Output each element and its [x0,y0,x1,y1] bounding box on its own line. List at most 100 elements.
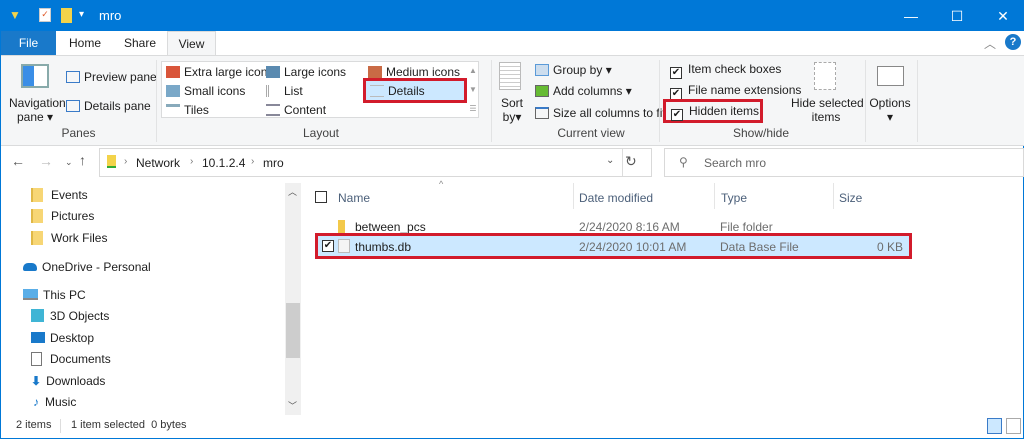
group-label-current-view: Current view [557,126,625,140]
search-box[interactable]: ⚲ Search mro [664,148,1024,177]
label2: items [811,110,841,124]
nav-item-3d-objects[interactable]: 3D Objects [31,309,109,323]
tab-view[interactable]: View [167,31,216,56]
preview-pane-button[interactable]: Preview pane [66,70,157,84]
status-selection: 1 item selected 0 bytes [71,419,187,431]
size-columns-button[interactable]: Size all columns to fit [535,106,666,120]
column-header-name[interactable]: Name [338,191,370,205]
label: Content [284,103,327,117]
quick-access-dropdown-icon[interactable]: ▾ [79,9,84,20]
refresh-button[interactable]: ↻ [625,153,637,170]
column-header-size[interactable]: Size [839,191,862,205]
hidden-items-checkbox[interactable]: ✔ Hidden items [663,99,763,123]
up-button[interactable]: ↑ [79,152,86,168]
item-check-boxes-checkbox[interactable]: ✔ Item check boxes [670,62,781,79]
label: Options [869,96,911,110]
checkbox-checked-icon: ✔ [671,109,683,121]
layout-details[interactable]: Details [363,78,467,103]
layout-large-icons[interactable]: Large icons [266,65,346,79]
close-button[interactable]: ✕ [980,1,1024,31]
row-checkbox-checked[interactable]: ✔ [322,240,334,252]
chevron-right-icon: › [124,156,128,167]
breadcrumb-mro[interactable]: mro [263,156,284,170]
options-button[interactable]: Options ▾ [869,96,911,124]
new-folder-icon[interactable] [61,8,72,23]
nav-scrollbar[interactable]: ︿ ﹀ [285,183,301,415]
layout-small-icons[interactable]: Small icons [166,84,245,98]
collapse-ribbon-icon[interactable]: ︿ [984,35,996,52]
nav-item-downloads[interactable]: ⬇ Downloads [31,374,105,388]
tab-home[interactable]: Home [59,31,111,55]
nav-item-desktop[interactable]: Desktop [31,331,94,345]
address-bar[interactable]: › Network › 10.1.2.4 › mro ⌄ [99,148,652,177]
chevron-right-icon: › [190,156,194,167]
maximize-button[interactable]: ☐ [934,1,980,31]
layout-extra-large-icons[interactable]: Extra large icons [166,65,273,79]
nav-item-documents[interactable]: Documents [31,352,111,366]
tab-share[interactable]: Share [113,31,167,55]
column-header-type[interactable]: Type [721,191,747,205]
details-pane-label: Details pane [84,99,151,113]
add-columns-button[interactable]: Add columns ▾ [535,84,632,98]
extra-large-icons-icon [166,66,180,78]
add-columns-icon [535,85,549,97]
navigation-pane-button[interactable]: Navigation pane ▾ [9,96,66,124]
divider [833,183,834,209]
address-dropdown-icon[interactable]: ⌄ [606,155,614,166]
folder-icon [31,209,43,223]
gallery-scroll[interactable]: ▲ ▼ ☰ [466,61,480,118]
label: Tiles [184,103,209,117]
help-icon[interactable]: ? [1005,34,1021,50]
nav-item-work-files[interactable]: Work Files [31,231,107,245]
properties-icon[interactable]: ✓ [39,8,51,22]
preview-pane-label: Preview pane [84,70,157,84]
layout-list[interactable]: List [266,84,303,98]
scroll-down-icon[interactable]: ﹀ [288,399,297,412]
label: List [284,84,303,98]
size-columns-icon [535,107,549,119]
hide-selected-button[interactable]: Hide selected items [791,96,864,124]
layout-content[interactable]: Content [266,103,326,117]
large-icons-view-toggle-icon[interactable] [1006,418,1021,434]
details-view-toggle-icon[interactable] [987,418,1002,434]
layout-gallery: Extra large icons Large icons Medium ico… [161,61,479,118]
database-file-icon [338,239,350,253]
label: 3D Objects [50,309,110,323]
desktop-icon [31,332,45,343]
documents-icon [31,352,42,366]
column-header-date[interactable]: Date modified [579,191,653,205]
layout-medium-icons[interactable]: Medium icons [368,65,460,79]
separator [865,60,866,142]
file-row-selected[interactable]: ✔ thumbs.db 2/24/2020 10:01 AM Data Base… [315,233,912,259]
label: Pictures [51,209,95,223]
select-all-checkbox[interactable] [315,191,327,203]
small-icons-icon [166,85,180,97]
sort-by-icon [499,62,521,90]
details-pane-button[interactable]: Details pane [66,99,151,113]
recent-locations-icon[interactable]: ⌄ [65,157,73,168]
layout-tiles[interactable]: Tiles [166,103,209,117]
search-input[interactable]: Search mro [704,156,766,170]
file-name-extensions-checkbox[interactable]: ✔ File name extensions [670,83,801,100]
tab-file[interactable]: File [1,31,56,55]
back-button[interactable]: ← [11,153,25,169]
nav-item-pictures[interactable]: Pictures [31,209,94,223]
group-by-button[interactable]: Group by ▾ [535,63,612,77]
medium-icons-icon [368,66,382,78]
breadcrumb-ip[interactable]: 10.1.2.4 [202,156,245,170]
label: Desktop [50,331,95,345]
nav-item-events[interactable]: Events [31,188,88,202]
divider [60,419,61,433]
separator [491,60,492,142]
sort-by-button[interactable]: Sort by▾ [501,96,523,124]
nav-item-onedrive[interactable]: OneDrive - Personal [23,260,151,274]
breadcrumb-network[interactable]: Network [136,156,180,170]
large-icons-icon [266,66,280,78]
nav-item-music[interactable]: ♪ Music [33,395,76,409]
scrollbar-thumb[interactable] [286,303,300,358]
scroll-up-icon[interactable]: ︿ [288,185,297,198]
nav-item-this-pc[interactable]: This PC [23,288,86,302]
network-icon [107,155,116,168]
minimize-button[interactable]: — [888,1,934,31]
forward-button[interactable]: → [39,153,53,169]
